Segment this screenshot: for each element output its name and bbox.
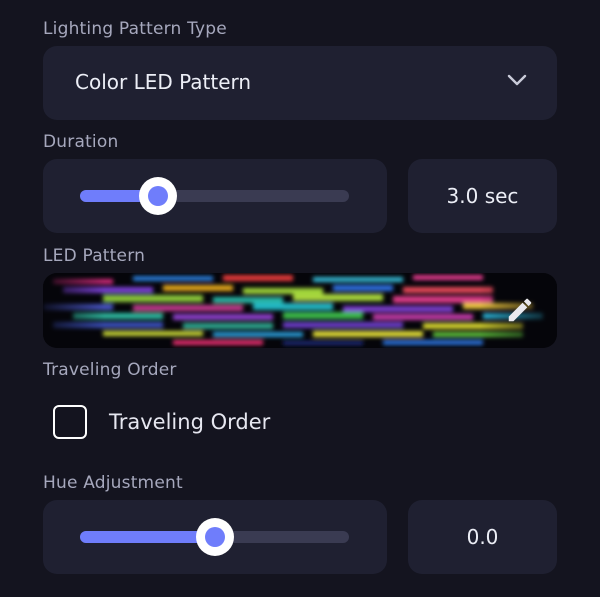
hue-adjustment-label: Hue Adjustment bbox=[43, 473, 183, 493]
duration-slider-card bbox=[43, 159, 387, 233]
chevron-down-icon bbox=[507, 74, 527, 86]
led-pattern-label: LED Pattern bbox=[43, 246, 146, 266]
traveling-order-checkbox-label[interactable]: Traveling Order bbox=[109, 410, 270, 434]
traveling-order-section-label: Traveling Order bbox=[43, 360, 177, 380]
hue-slider-card bbox=[43, 500, 387, 574]
duration-label: Duration bbox=[43, 132, 119, 152]
lighting-pattern-type-label: Lighting Pattern Type bbox=[43, 19, 227, 39]
thumb-center-dot bbox=[148, 186, 168, 206]
led-pattern-preview[interactable] bbox=[43, 273, 557, 348]
thumb-center-dot bbox=[204, 527, 225, 547]
duration-value-box[interactable]: 3.0 sec bbox=[408, 159, 557, 233]
hue-slider-fill bbox=[80, 531, 215, 543]
duration-slider-thumb[interactable] bbox=[139, 177, 177, 215]
dropdown-selected-value: Color LED Pattern bbox=[75, 70, 252, 94]
hue-value-box[interactable]: 0.0 bbox=[408, 500, 557, 574]
traveling-order-checkbox[interactable] bbox=[53, 405, 87, 439]
hue-slider-track[interactable] bbox=[80, 518, 349, 556]
hue-slider-thumb[interactable] bbox=[195, 518, 234, 556]
duration-slider-track[interactable] bbox=[80, 177, 349, 215]
lighting-pattern-type-dropdown[interactable]: Color LED Pattern bbox=[43, 46, 557, 120]
led-pattern-strip-graphic bbox=[43, 273, 557, 348]
led-settings-panel: Lighting Pattern Type Color LED Pattern … bbox=[0, 0, 600, 597]
pencil-icon[interactable] bbox=[505, 295, 535, 325]
traveling-order-checkbox-row[interactable]: Traveling Order bbox=[53, 405, 270, 439]
